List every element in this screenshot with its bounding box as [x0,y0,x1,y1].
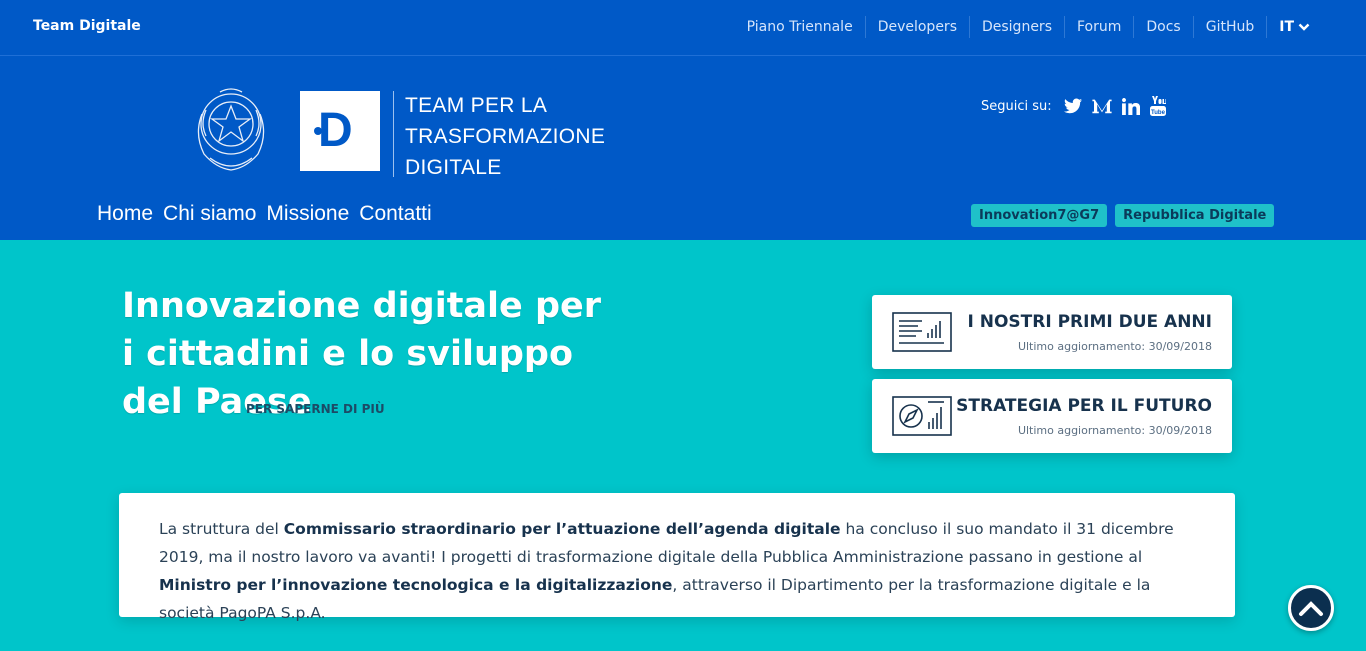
linkedin-icon[interactable] [1121,97,1140,115]
social-label: Seguici su: [981,98,1052,114]
report-card-first-two-years[interactable]: I NOSTRI PRIMI DUE ANNI Ultimo aggiornam… [872,295,1232,369]
card-title: STRATEGIA PER IL FUTURO [956,396,1212,416]
language-selector[interactable]: IT [1266,16,1322,38]
topnav-developers[interactable]: Developers [864,16,969,38]
badge-innovation7[interactable]: Innovation7@G7 [971,204,1108,227]
site-title-line-3: DIGITALE [405,156,502,179]
back-to-top-button[interactable] [1288,585,1334,631]
hero-more-link[interactable]: PER SAPERNE DI PIÙ [246,402,385,416]
report-card-strategy[interactable]: STRATEGIA PER IL FUTURO Ultimo aggiornam… [872,379,1232,453]
card-updated: Ultimo aggiornamento: 30/09/2018 [1017,340,1212,353]
notice-bold-ministro: Ministro per l’innovazione tecnologica e… [159,576,673,594]
topnav-docs[interactable]: Docs [1133,16,1192,38]
card-updated: Ultimo aggiornamento: 30/09/2018 [1017,424,1212,437]
topnav-designers[interactable]: Designers [968,16,1064,38]
site-title-line-2: TRASFORMAZIONE [405,125,606,148]
notice-text-1: La struttura del [159,520,284,538]
svg-text:Tube: Tube [1151,110,1166,116]
card-title: I NOSTRI PRIMI DUE ANNI [967,312,1212,332]
report-icon [892,312,952,352]
chevron-up-icon [1299,601,1323,616]
youtube-icon[interactable]: Tube [1149,96,1166,116]
compass-icon [892,396,952,436]
badge-repubblica-digitale[interactable]: Repubblica Digitale [1115,204,1275,227]
topbar-brand-link[interactable]: Team Digitale [33,18,141,34]
team-digitale-logo[interactable]: D [300,91,380,171]
logo-divider [393,91,394,177]
nav-chi-siamo[interactable]: Chi siamo [163,202,256,226]
main-navigation: Home Chi siamo Missione Contatti [97,202,432,226]
italian-republic-emblem-icon[interactable] [190,84,272,174]
topnav-github[interactable]: GitHub [1192,16,1267,38]
header-badges: Innovation7@G7 Repubblica Digitale [971,204,1275,227]
twitter-icon[interactable] [1063,98,1082,114]
nav-home[interactable]: Home [97,202,153,226]
top-bar: Team Digitale Piano Triennale Developers… [0,0,1366,56]
top-navigation: Piano Triennale Developers Designers For… [735,16,1322,38]
language-label: IT [1279,19,1294,35]
chevron-down-icon [1298,23,1310,31]
notice-bold-commissario: Commissario straordinario per l’attuazio… [283,520,841,538]
announcement-box: La struttura del Commissario straordinar… [119,493,1235,622]
nav-contatti[interactable]: Contatti [359,202,431,226]
medium-icon[interactable] [1092,98,1112,114]
logo-letter: D [318,104,353,157]
topnav-piano-triennale[interactable]: Piano Triennale [735,16,865,38]
site-title-line-1: TEAM PER LA [405,94,548,117]
site-title[interactable]: TEAM PER LA TRASFORMAZIONE DIGITALE [405,90,605,183]
nav-missione[interactable]: Missione [266,202,349,226]
topnav-forum[interactable]: Forum [1063,16,1133,38]
social-links: Seguici su: Tube [981,96,1166,116]
site-header: D TEAM PER LA TRASFORMAZIONE DIGITALE Se… [0,56,1366,240]
